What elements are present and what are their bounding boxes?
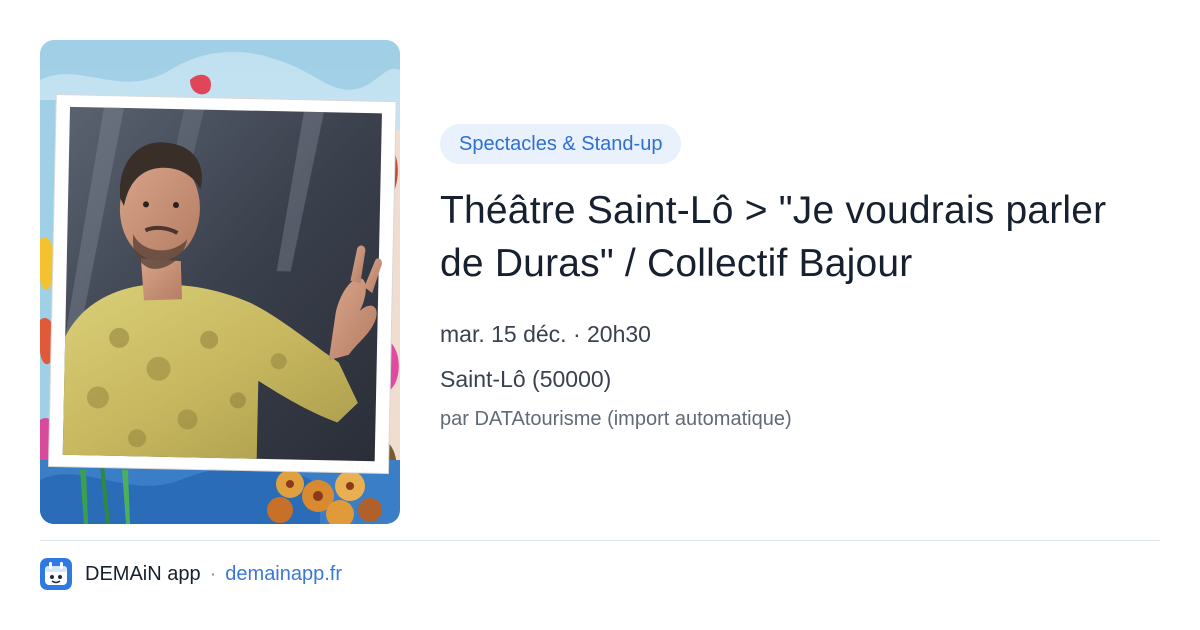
event-source: par DATAtourisme (import automatique): [440, 408, 792, 430]
footer-separator: ·: [209, 562, 217, 585]
category-badge[interactable]: Spectacles & Stand-up: [440, 124, 682, 164]
event-info: Spectacles & Stand-up Théâtre Saint-Lô >…: [440, 124, 1160, 432]
event-title[interactable]: Théâtre Saint-Lô > "Je voudrais parler d…: [440, 184, 1160, 290]
app-domain-link[interactable]: demainapp.fr: [225, 563, 342, 586]
footer-divider: [40, 540, 1160, 541]
event-poster-image[interactable]: [40, 40, 400, 524]
footer: DEMAiN app · demainapp.fr: [40, 558, 342, 590]
event-location: Saint-Lô (50000): [440, 366, 612, 392]
event-date: mar. 15 déc. · 20h30: [440, 321, 651, 347]
event-preview-card[interactable]: Spectacles & Stand-up Théâtre Saint-Lô >…: [0, 0, 1200, 630]
app-name: DEMAiN app: [85, 562, 201, 585]
demain-app-icon[interactable]: [40, 558, 72, 590]
